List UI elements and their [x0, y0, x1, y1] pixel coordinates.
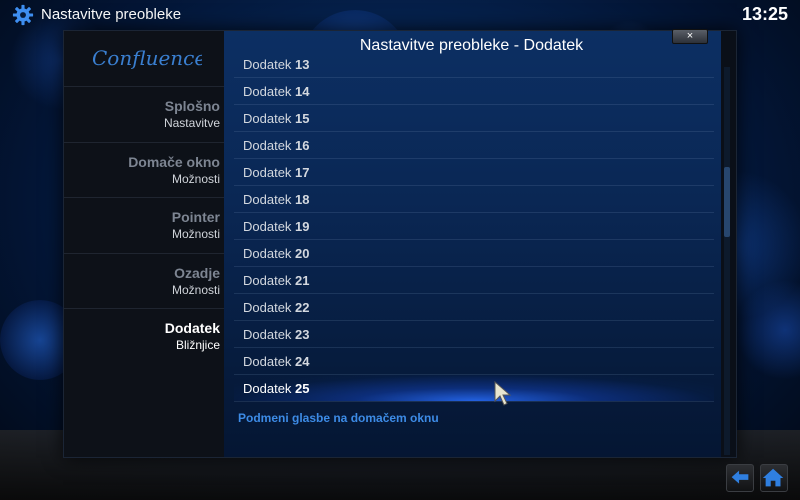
sidebar: Confluence Splošno Nastavitve Domače okno M…: [64, 31, 224, 457]
list-item[interactable]: Dodatek 24: [234, 348, 714, 375]
list-item[interactable]: Dodatek 25: [234, 375, 714, 402]
list-item-number: 18: [295, 192, 310, 207]
list-item-prefix: Dodatek: [243, 354, 292, 369]
sidebar-item-sublabel: Nastavitve: [163, 116, 220, 130]
list-item-number: 22: [295, 300, 310, 315]
list-item-label: Dodatek 16: [243, 138, 310, 153]
option-music-submenu[interactable]: Podmeni glasbe na domačem oknu: [238, 411, 439, 425]
scrollbar-thumb[interactable]: [724, 167, 730, 237]
sidebar-item-sublabel: Možnosti: [171, 171, 220, 186]
list-item-label: Dodatek 19: [243, 219, 310, 234]
list-item-label: Dodatek 22: [243, 300, 310, 315]
sidebar-item-label: Pointer: [171, 209, 220, 225]
list-item-prefix: Dodatek: [243, 246, 292, 261]
list-item-number: 25: [295, 381, 310, 396]
list-item-number: 15: [295, 111, 310, 126]
sidebar-item-label: Dodatek: [164, 320, 220, 336]
settings-dialog: Confluence Splošno Nastavitve Domače okno M…: [63, 29, 737, 458]
list-item-number: 21: [295, 273, 310, 288]
home-icon: [762, 468, 784, 487]
list-item-prefix: Dodatek: [243, 192, 292, 207]
list-item[interactable]: Dodatek 16: [234, 132, 714, 159]
list-item-prefix: Dodatek: [243, 111, 292, 126]
list-item-number: 14: [295, 84, 310, 99]
list-item-label: Dodatek 21: [243, 273, 310, 288]
sidebar-item-label: Domače okno: [128, 153, 220, 170]
sidebar-item-sublabel: Možnosti: [171, 227, 220, 241]
list-item[interactable]: Dodatek 13: [234, 51, 714, 78]
list-item-prefix: Dodatek: [243, 300, 292, 315]
window-title: Nastavitve preobleke: [41, 6, 182, 23]
list-item-number: 16: [295, 138, 310, 153]
top-bar: Nastavitve preobleke 13:25: [0, 0, 800, 30]
sidebar-item-label: Ozadje: [174, 264, 220, 281]
list-item[interactable]: Dodatek 19: [234, 213, 714, 240]
list-item-label: Dodatek 20: [243, 246, 310, 261]
scrollbar[interactable]: [724, 67, 730, 455]
list-item[interactable]: Dodatek 14: [234, 78, 714, 105]
list-item-label: Dodatek 14: [243, 84, 310, 99]
mouse-pointer-icon: [494, 381, 512, 406]
sidebar-item-2[interactable]: Domače okno Možnosti: [64, 141, 224, 197]
list-item-label: Dodatek 25: [243, 381, 310, 396]
list-item-label: Dodatek 17: [243, 165, 310, 180]
close-icon: ×: [686, 30, 694, 42]
list-item-label: Dodatek 15: [243, 111, 310, 126]
list-item-prefix: Dodatek: [243, 219, 292, 234]
sidebar-item-sublabel: Bližnjice: [175, 338, 220, 352]
list-item[interactable]: Dodatek 22: [234, 294, 714, 321]
back-arrow-icon: [731, 470, 749, 484]
list-item-number: 19: [295, 219, 310, 234]
list-item-prefix: Dodatek: [243, 84, 292, 99]
sidebar-item-5[interactable]: Dodatek Bližnjice: [64, 308, 224, 363]
list-item[interactable]: Dodatek 20: [234, 240, 714, 267]
list-item-label: Dodatek 24: [243, 354, 310, 369]
list-item-prefix: Dodatek: [243, 327, 292, 342]
gear-icon: [12, 4, 34, 26]
list-item-number: 20: [295, 246, 310, 261]
list-item-label: Dodatek 18: [243, 192, 310, 207]
list-item-number: 24: [295, 354, 310, 369]
list-item[interactable]: Dodatek 18: [234, 186, 714, 213]
list-item-label: Dodatek 13: [243, 57, 310, 72]
sidebar-item-1[interactable]: Splošno Nastavitve: [64, 86, 224, 141]
back-button[interactable]: [726, 464, 754, 492]
list-item-number: 23: [295, 327, 310, 342]
list-item[interactable]: Dodatek 17: [234, 159, 714, 186]
list-item-prefix: Dodatek: [243, 57, 292, 72]
home-button[interactable]: [760, 464, 788, 492]
confluence-logo: Confluence: [92, 46, 202, 70]
content-panel: Dodatek 13 Dodatek 14 Dodatek 15 Dodatek 16…: [224, 31, 721, 457]
list-item-label: Dodatek 23: [243, 327, 310, 342]
clock: 13:25: [741, 4, 788, 24]
sidebar-item-label: Splošno: [164, 98, 220, 114]
list-item-prefix: Dodatek: [243, 138, 292, 153]
option-list: Dodatek 13 Dodatek 14 Dodatek 15 Dodatek 16…: [224, 31, 721, 457]
list-item[interactable]: Dodatek 23: [234, 321, 714, 348]
sidebar-item-4[interactable]: Ozadje Možnosti: [64, 252, 224, 308]
list-item[interactable]: Dodatek 15: [234, 105, 714, 132]
list-item[interactable]: Dodatek 21: [234, 267, 714, 294]
close-button[interactable]: ×: [672, 29, 708, 44]
sidebar-item-sublabel: Možnosti: [171, 282, 220, 297]
dialog-title: Nastavitve preobleke - Dodatek: [359, 37, 584, 54]
list-item-prefix: Dodatek: [243, 165, 292, 180]
list-item-prefix: Dodatek: [243, 381, 292, 396]
list-item-prefix: Dodatek: [243, 273, 292, 288]
list-item-number: 13: [295, 57, 310, 72]
list-item-number: 17: [295, 165, 310, 180]
svg-text:Confluence: Confluence: [92, 46, 202, 70]
sidebar-item-3[interactable]: Pointer Možnosti: [64, 197, 224, 252]
